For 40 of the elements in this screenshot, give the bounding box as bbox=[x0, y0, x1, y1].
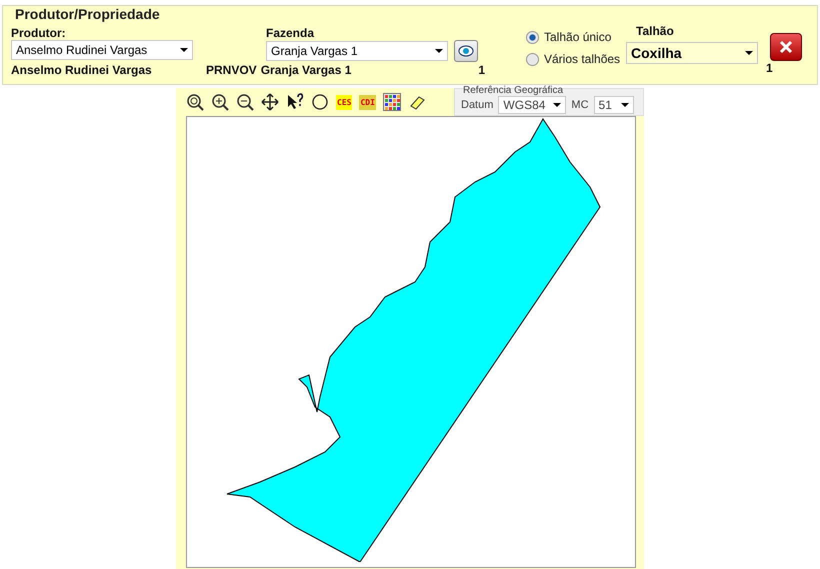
radio-dot[interactable] bbox=[526, 30, 539, 44]
datum-label: Datum bbox=[461, 99, 494, 113]
move-icon[interactable] bbox=[261, 93, 279, 111]
eye-icon bbox=[458, 45, 474, 57]
geo-reference-title: Referência Geográfica bbox=[463, 85, 564, 96]
producer-name: Anselmo Rudinei Vargas bbox=[11, 63, 152, 77]
radio-label: Vários talhões bbox=[544, 52, 620, 66]
plot-count: 1 bbox=[766, 61, 773, 75]
color-grid-icon[interactable] bbox=[382, 93, 401, 111]
close-button[interactable] bbox=[770, 33, 802, 61]
producer-label: Produtor: bbox=[11, 26, 67, 40]
radio-label: Talhão único bbox=[544, 30, 612, 44]
producer-dropdown[interactable]: Anselmo Rudinei Vargas bbox=[11, 40, 193, 60]
caret-icon bbox=[745, 51, 753, 55]
plot-dropdown[interactable]: Coxilha bbox=[626, 42, 758, 64]
zoom-out-icon[interactable] bbox=[236, 93, 254, 111]
pointer-question-icon[interactable] bbox=[286, 93, 304, 111]
caret-icon bbox=[620, 103, 629, 107]
farm-count: 1 bbox=[478, 63, 486, 77]
radio-dot[interactable] bbox=[526, 52, 539, 66]
mc-dropdown[interactable]: 51 bbox=[594, 96, 634, 114]
panel-title: Produtor/Propriedade bbox=[13, 6, 162, 22]
caret-icon bbox=[180, 48, 188, 52]
zoom-icon[interactable] bbox=[186, 93, 204, 111]
zoom-in-icon[interactable] bbox=[211, 93, 229, 111]
caret-icon bbox=[435, 49, 443, 53]
tool-label[interactable]: CES bbox=[336, 94, 352, 110]
view-button[interactable] bbox=[454, 40, 478, 62]
mc-label: MC bbox=[571, 99, 589, 113]
close-icon bbox=[779, 40, 793, 54]
plot-label: Talhão bbox=[636, 24, 675, 38]
farm-label: Fazenda bbox=[266, 26, 316, 40]
radio-option[interactable]: Vários talhões bbox=[526, 48, 626, 70]
circle-icon[interactable] bbox=[311, 93, 329, 111]
farm-code: PRNVOV bbox=[206, 63, 257, 77]
farm-dropdown[interactable]: Granja Vargas 1 bbox=[266, 41, 448, 61]
datum-dropdown[interactable]: WGS84 bbox=[498, 96, 566, 114]
radio-option[interactable]: Talhão único bbox=[526, 26, 626, 48]
farm-name: Granja Vargas 1 bbox=[260, 63, 352, 77]
caret-icon bbox=[553, 103, 562, 107]
